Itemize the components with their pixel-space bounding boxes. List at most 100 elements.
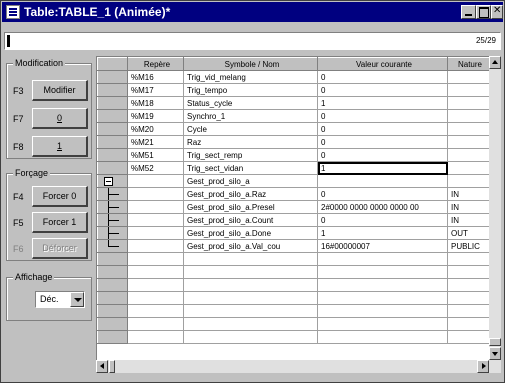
cell-repere[interactable] [127,239,184,253]
cell-valeur[interactable]: 1 [317,96,448,110]
table-row[interactable]: %M18 Status_cycle 1 [97,96,490,110]
row-header[interactable] [97,83,128,97]
empty-cell[interactable] [447,304,490,318]
scroll-left-icon[interactable] [96,360,108,373]
empty-cell[interactable] [317,304,448,318]
row-header[interactable] [97,226,128,240]
cell-symbole[interactable]: Gest_prod_silo_a.Count [183,213,318,227]
empty-row[interactable] [97,304,490,318]
cell-valeur[interactable]: 1 [317,226,448,240]
deforcer-button[interactable]: Déforcer [32,238,88,259]
scroll-up-icon[interactable] [489,56,501,69]
table-row[interactable]: %M21 Raz 0 [97,135,490,149]
empty-row[interactable] [97,278,490,292]
cell-valeur[interactable]: 16#00000007 [317,239,448,253]
column-header-nature[interactable]: Nature [447,57,490,71]
row-header[interactable] [97,148,128,162]
cell-valeur[interactable]: 0 [317,122,448,136]
row-header[interactable] [97,265,128,279]
empty-row[interactable] [97,330,490,344]
cell-nature[interactable] [447,135,490,149]
entry-field[interactable]: 25/29 [4,32,501,50]
cell-repere[interactable]: %M21 [127,135,184,149]
title-bar[interactable]: Table:TABLE_1 (Animée)* [2,2,503,22]
cell-repere[interactable]: %M51 [127,148,184,162]
row-header[interactable] [97,317,128,331]
empty-cell[interactable] [317,278,448,292]
cell-nature[interactable] [447,174,490,188]
empty-cell[interactable] [447,317,490,331]
row-header[interactable] [97,161,128,175]
scroll-down-icon[interactable] [489,347,501,360]
table-row[interactable]: %M17 Trig_tempo 0 [97,83,490,97]
cell-repere[interactable] [127,174,184,188]
empty-row[interactable] [97,265,490,279]
cell-symbole[interactable]: Gest_prod_silo_a.Done [183,226,318,240]
column-header-symbole[interactable]: Symbole / Nom [183,57,318,71]
cell-nature[interactable] [447,109,490,123]
empty-cell[interactable] [317,291,448,305]
empty-cell[interactable] [447,252,490,266]
vertical-scroll-thumb[interactable] [489,338,501,346]
empty-cell[interactable] [183,265,318,279]
row-header[interactable] [97,252,128,266]
cell-valeur[interactable]: 0 [317,187,448,201]
table-row[interactable]: %M19 Synchro_1 0 [97,109,490,123]
cell-nature[interactable]: IN [447,200,490,214]
cell-nature[interactable] [447,96,490,110]
cell-valeur[interactable]: 0 [317,213,448,227]
set-one-button[interactable]: 1 [32,136,88,157]
row-header[interactable] [97,330,128,344]
cell-nature[interactable]: IN [447,187,490,201]
minimize-icon[interactable] [461,5,476,19]
empty-cell[interactable] [127,330,184,344]
table-row[interactable]: %M51 Trig_sect_remp 0 [97,148,490,162]
cell-repere[interactable]: %M16 [127,70,184,84]
empty-cell[interactable] [447,291,490,305]
row-header[interactable] [97,135,128,149]
empty-cell[interactable] [183,291,318,305]
column-header-valeur[interactable]: Valeur courante [317,57,448,71]
empty-cell[interactable] [183,278,318,292]
forcer-0-button[interactable]: Forcer 0 [32,186,88,207]
table-row[interactable]: %M20 Cycle 0 [97,122,490,136]
cell-nature[interactable] [447,83,490,97]
row-header[interactable] [97,174,128,188]
cell-nature[interactable]: PUBLIC [447,239,490,253]
cell-repere[interactable]: %M18 [127,96,184,110]
empty-cell[interactable] [127,291,184,305]
row-header[interactable] [97,304,128,318]
column-header-repere[interactable]: Repère [127,57,184,71]
cell-symbole[interactable]: Trig_vid_melang [183,70,318,84]
cell-nature[interactable]: IN [447,213,490,227]
cell-valeur[interactable]: 0 [317,135,448,149]
cell-symbole[interactable]: Gest_prod_silo_a.Val_cou [183,239,318,253]
table-row[interactable]: Gest_prod_silo_a.Presel 2#0000 0000 0000… [97,200,490,214]
cell-repere[interactable]: %M20 [127,122,184,136]
row-header[interactable] [97,96,128,110]
row-header[interactable] [97,122,128,136]
table-row[interactable]: Gest_prod_silo_a.Count 0 IN [97,213,490,227]
cell-symbole[interactable]: Raz [183,135,318,149]
cell-valeur-selected[interactable]: 1 [317,161,448,175]
cell-nature[interactable] [447,122,490,136]
cell-nature[interactable] [447,148,490,162]
cell-nature[interactable]: OUT [447,226,490,240]
table-row[interactable]: Gest_prod_silo_a [97,174,490,188]
empty-row[interactable] [97,252,490,266]
cell-valeur[interactable]: 0 [317,83,448,97]
empty-cell[interactable] [317,330,448,344]
cell-valeur[interactable] [317,174,448,188]
row-header[interactable] [97,200,128,214]
empty-cell[interactable] [317,317,448,331]
cell-repere[interactable] [127,213,184,227]
empty-cell[interactable] [447,330,490,344]
empty-cell[interactable] [127,317,184,331]
corner-cell[interactable] [97,57,128,71]
table-icon[interactable] [6,5,20,19]
cell-symbole[interactable]: Gest_prod_silo_a [183,174,318,188]
table-row[interactable]: %M52 Trig_sect_vidan 1 [97,161,490,175]
row-header[interactable] [97,278,128,292]
table-row[interactable]: Gest_prod_silo_a.Done 1 OUT [97,226,490,240]
empty-cell[interactable] [127,278,184,292]
